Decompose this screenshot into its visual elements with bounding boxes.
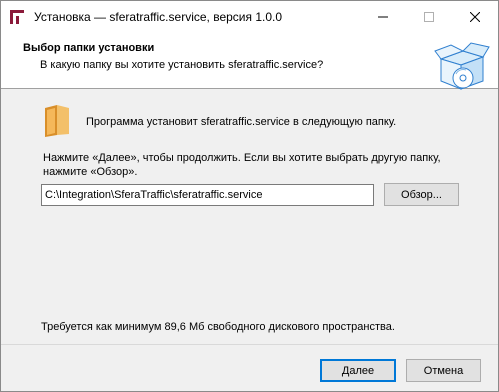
title-bar: Установка — sferatraffic.service, версия… bbox=[1, 1, 498, 32]
folder-icon bbox=[43, 104, 71, 138]
setup-box-icon bbox=[433, 41, 491, 93]
next-button[interactable]: Далее bbox=[320, 359, 396, 382]
maximize-icon bbox=[424, 11, 434, 22]
maximize-button[interactable] bbox=[406, 1, 452, 32]
disk-space-text: Требуется как минимум 89,6 Мб свободного… bbox=[41, 321, 395, 333]
page-title: Выбор папки установки bbox=[23, 42, 155, 54]
minimize-button[interactable] bbox=[360, 1, 406, 32]
close-icon bbox=[470, 11, 480, 22]
installer-app-icon bbox=[9, 9, 25, 25]
browse-button[interactable]: Обзор... bbox=[384, 183, 459, 206]
install-path-input[interactable] bbox=[41, 184, 374, 206]
close-button[interactable] bbox=[452, 1, 498, 32]
page-subtitle: В какую папку вы хотите установить sfera… bbox=[40, 59, 324, 71]
installer-window: Установка — sferatraffic.service, версия… bbox=[0, 0, 499, 392]
install-info-text: Программа установит sferatraffic.service… bbox=[86, 116, 397, 128]
minimize-icon bbox=[378, 12, 388, 22]
footer-divider bbox=[1, 344, 498, 345]
cancel-button[interactable]: Отмена bbox=[406, 359, 481, 382]
wizard-header: Выбор папки установки В какую папку вы х… bbox=[1, 32, 498, 90]
instruction-text: Нажмите «Далее», чтобы продолжить. Если … bbox=[43, 152, 441, 178]
window-title: Установка — sferatraffic.service, версия… bbox=[34, 10, 283, 24]
